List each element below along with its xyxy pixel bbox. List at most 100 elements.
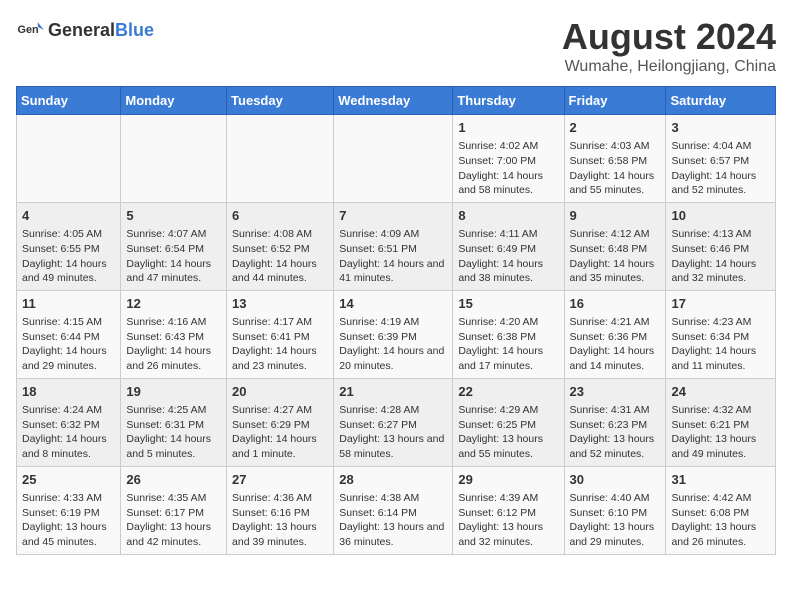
week-row-3: 11Sunrise: 4:15 AMSunset: 6:44 PMDayligh… (17, 290, 776, 378)
cell-text: Daylight: 14 hours and 41 minutes. (339, 257, 447, 286)
cell-text: Daylight: 13 hours and 45 minutes. (22, 520, 115, 549)
cell-text: Sunrise: 4:40 AM (570, 491, 661, 506)
col-thursday: Thursday (453, 87, 564, 115)
main-title: August 2024 (562, 16, 776, 58)
cell-text: Sunset: 7:00 PM (458, 154, 558, 169)
day-number: 17 (671, 295, 770, 313)
cell-text: Sunset: 6:23 PM (570, 418, 661, 433)
cell-text: Sunrise: 4:38 AM (339, 491, 447, 506)
cell-text: Sunrise: 4:07 AM (126, 227, 221, 242)
cell-5-3: 27Sunrise: 4:36 AMSunset: 6:16 PMDayligh… (227, 466, 334, 554)
cell-text: Daylight: 14 hours and 29 minutes. (22, 344, 115, 373)
cell-text: Sunset: 6:46 PM (671, 242, 770, 257)
cell-text: Daylight: 14 hours and 44 minutes. (232, 257, 328, 286)
logo-wordmark: GeneralBlue (48, 20, 154, 41)
cell-text: Daylight: 13 hours and 42 minutes. (126, 520, 221, 549)
day-number: 9 (570, 207, 661, 225)
cell-text: Sunrise: 4:09 AM (339, 227, 447, 242)
cell-2-1: 4Sunrise: 4:05 AMSunset: 6:55 PMDaylight… (17, 202, 121, 290)
cell-text: Sunset: 6:25 PM (458, 418, 558, 433)
day-number: 15 (458, 295, 558, 313)
cell-text: Sunset: 6:27 PM (339, 418, 447, 433)
cell-4-1: 18Sunrise: 4:24 AMSunset: 6:32 PMDayligh… (17, 378, 121, 466)
day-number: 25 (22, 471, 115, 489)
svg-text:Gen: Gen (18, 24, 39, 36)
cell-text: Daylight: 13 hours and 55 minutes. (458, 432, 558, 461)
day-number: 5 (126, 207, 221, 225)
cell-text: Sunrise: 4:36 AM (232, 491, 328, 506)
header: Gen GeneralBlue August 2024 Wumahe, Heil… (16, 16, 776, 76)
day-number: 13 (232, 295, 328, 313)
cell-3-1: 11Sunrise: 4:15 AMSunset: 6:44 PMDayligh… (17, 290, 121, 378)
cell-text: Daylight: 14 hours and 5 minutes. (126, 432, 221, 461)
cell-text: Daylight: 14 hours and 52 minutes. (671, 169, 770, 198)
cell-1-3 (227, 115, 334, 203)
cell-text: Daylight: 14 hours and 32 minutes. (671, 257, 770, 286)
cell-3-3: 13Sunrise: 4:17 AMSunset: 6:41 PMDayligh… (227, 290, 334, 378)
cell-text: Sunset: 6:29 PM (232, 418, 328, 433)
cell-text: Daylight: 14 hours and 14 minutes. (570, 344, 661, 373)
day-number: 3 (671, 119, 770, 137)
cell-text: Sunrise: 4:39 AM (458, 491, 558, 506)
cell-text: Sunrise: 4:27 AM (232, 403, 328, 418)
cell-text: Sunset: 6:38 PM (458, 330, 558, 345)
cell-text: Sunset: 6:41 PM (232, 330, 328, 345)
cell-text: Sunset: 6:32 PM (22, 418, 115, 433)
cell-5-6: 30Sunrise: 4:40 AMSunset: 6:10 PMDayligh… (564, 466, 666, 554)
day-number: 19 (126, 383, 221, 401)
cell-text: Sunrise: 4:25 AM (126, 403, 221, 418)
cell-text: Sunrise: 4:33 AM (22, 491, 115, 506)
cell-text: Sunset: 6:08 PM (671, 506, 770, 521)
logo-text-blue: Blue (115, 20, 154, 40)
cell-text: Sunrise: 4:21 AM (570, 315, 661, 330)
cell-text: Daylight: 14 hours and 58 minutes. (458, 169, 558, 198)
week-row-1: 1Sunrise: 4:02 AMSunset: 7:00 PMDaylight… (17, 115, 776, 203)
cell-3-7: 17Sunrise: 4:23 AMSunset: 6:34 PMDayligh… (666, 290, 776, 378)
cell-5-7: 31Sunrise: 4:42 AMSunset: 6:08 PMDayligh… (666, 466, 776, 554)
cell-text: Sunset: 6:19 PM (22, 506, 115, 521)
cell-text: Sunset: 6:43 PM (126, 330, 221, 345)
cell-text: Sunrise: 4:28 AM (339, 403, 447, 418)
day-number: 28 (339, 471, 447, 489)
cell-text: Sunrise: 4:23 AM (671, 315, 770, 330)
day-number: 12 (126, 295, 221, 313)
col-friday: Friday (564, 87, 666, 115)
cell-1-2 (121, 115, 227, 203)
cell-text: Daylight: 13 hours and 36 minutes. (339, 520, 447, 549)
cell-text: Sunset: 6:49 PM (458, 242, 558, 257)
cell-text: Sunrise: 4:13 AM (671, 227, 770, 242)
day-number: 2 (570, 119, 661, 137)
cell-1-5: 1Sunrise: 4:02 AMSunset: 7:00 PMDaylight… (453, 115, 564, 203)
cell-text: Sunrise: 4:31 AM (570, 403, 661, 418)
cell-text: Daylight: 14 hours and 55 minutes. (570, 169, 661, 198)
cell-text: Sunrise: 4:35 AM (126, 491, 221, 506)
cell-text: Daylight: 14 hours and 35 minutes. (570, 257, 661, 286)
week-row-5: 25Sunrise: 4:33 AMSunset: 6:19 PMDayligh… (17, 466, 776, 554)
cell-text: Daylight: 14 hours and 11 minutes. (671, 344, 770, 373)
cell-1-1 (17, 115, 121, 203)
cell-text: Sunrise: 4:29 AM (458, 403, 558, 418)
cell-4-4: 21Sunrise: 4:28 AMSunset: 6:27 PMDayligh… (334, 378, 453, 466)
cell-text: Sunset: 6:54 PM (126, 242, 221, 257)
cell-text: Daylight: 13 hours and 39 minutes. (232, 520, 328, 549)
day-number: 11 (22, 295, 115, 313)
day-number: 22 (458, 383, 558, 401)
cell-text: Sunrise: 4:42 AM (671, 491, 770, 506)
cell-3-5: 15Sunrise: 4:20 AMSunset: 6:38 PMDayligh… (453, 290, 564, 378)
cell-text: Sunrise: 4:15 AM (22, 315, 115, 330)
day-number: 18 (22, 383, 115, 401)
cell-text: Daylight: 14 hours and 8 minutes. (22, 432, 115, 461)
cell-text: Sunrise: 4:02 AM (458, 139, 558, 154)
cell-text: Sunset: 6:36 PM (570, 330, 661, 345)
cell-text: Daylight: 14 hours and 26 minutes. (126, 344, 221, 373)
cell-1-7: 3Sunrise: 4:04 AMSunset: 6:57 PMDaylight… (666, 115, 776, 203)
col-tuesday: Tuesday (227, 87, 334, 115)
cell-text: Daylight: 14 hours and 1 minute. (232, 432, 328, 461)
cell-2-3: 6Sunrise: 4:08 AMSunset: 6:52 PMDaylight… (227, 202, 334, 290)
day-number: 23 (570, 383, 661, 401)
cell-text: Sunrise: 4:12 AM (570, 227, 661, 242)
day-number: 26 (126, 471, 221, 489)
cell-text: Sunset: 6:55 PM (22, 242, 115, 257)
cell-text: Sunset: 6:51 PM (339, 242, 447, 257)
calendar-body: 1Sunrise: 4:02 AMSunset: 7:00 PMDaylight… (17, 115, 776, 555)
